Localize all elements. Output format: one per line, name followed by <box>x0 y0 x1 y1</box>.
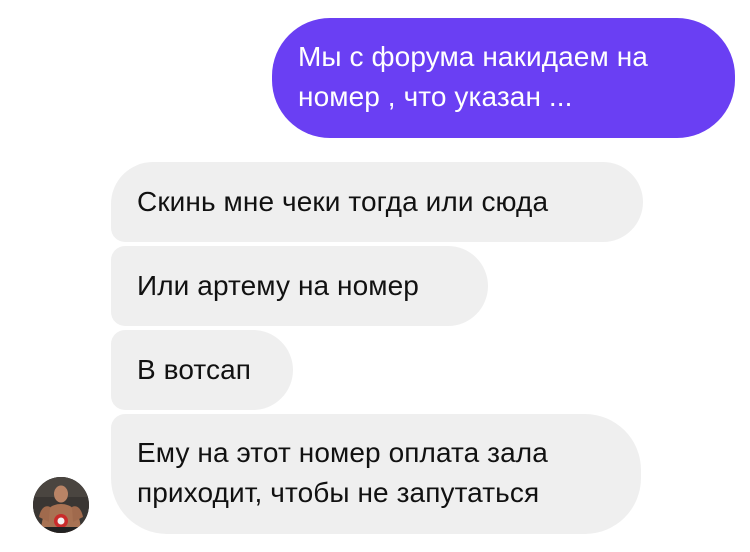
avatar-photo-icon <box>33 477 89 533</box>
contact-avatar[interactable] <box>33 477 89 533</box>
incoming-message-bubble[interactable]: В вотсап <box>111 330 293 410</box>
incoming-message-bubble[interactable]: Ему на этот номер оплата зала приходит, … <box>111 414 641 534</box>
incoming-message-bubble[interactable]: Скинь мне чеки тогда или сюда <box>111 162 643 242</box>
outgoing-message-bubble[interactable]: Мы с форума накидаем на номер , что указ… <box>272 18 735 138</box>
incoming-message-bubble[interactable]: Или артему на номер <box>111 246 488 326</box>
